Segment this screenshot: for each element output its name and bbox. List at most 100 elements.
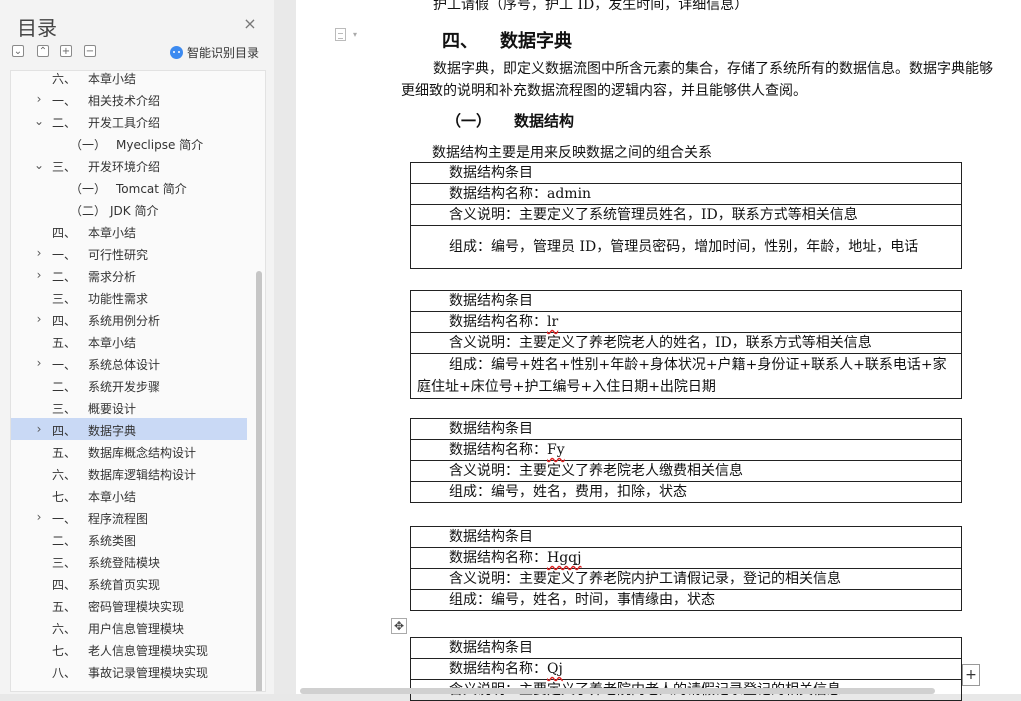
toc-item[interactable]: › 一、 相关技术介绍 <box>11 88 247 110</box>
table-cell-description[interactable]: 含义说明：主要定义了养老院老人缴费相关信息 <box>410 460 962 482</box>
toc-item-number: 六、 <box>52 468 77 482</box>
toc-item[interactable]: （一） Myeclipse 简介 <box>11 132 247 154</box>
table-cell-entry[interactable]: 数据结构条目 <box>410 637 962 659</box>
toc-item[interactable]: › 一、 程序流程图 <box>11 506 247 528</box>
chevron-right-icon[interactable]: › <box>33 264 45 286</box>
add-heading-icon[interactable]: + <box>60 45 72 57</box>
name-label: 数据结构名称： <box>449 314 547 330</box>
toc-item[interactable]: 四、 本章小结 <box>11 220 247 242</box>
toc-item-number: 七、 <box>52 490 77 504</box>
chevron-down-icon[interactable]: ⌄ <box>33 154 45 176</box>
paragraph-structure: 数据结构主要是用来反映数据之间的组合关系 <box>432 145 712 161</box>
add-row-button[interactable]: + <box>962 664 980 686</box>
toc-item[interactable]: 四、 系统首页实现 <box>11 572 247 594</box>
toc-item[interactable]: （一） Tomcat 简介 <box>11 176 247 198</box>
table-cell-entry[interactable]: 数据结构条目 <box>410 162 962 184</box>
toc-item[interactable]: 三、 系统登陆模块 <box>11 550 247 572</box>
table-cell-entry[interactable]: 数据结构条目 <box>410 418 962 440</box>
toc-item[interactable]: ⌄ 三、 开发环境介绍 <box>11 154 247 176</box>
toc-scrollbar[interactable] <box>256 271 262 691</box>
remove-heading-icon[interactable]: − <box>84 45 96 57</box>
toc-item[interactable]: 六、 用户信息管理模块 <box>11 616 247 638</box>
toc-item-label: 用户信息管理模块 <box>88 622 185 636</box>
table-cell-entry[interactable]: 数据结构条目 <box>410 526 962 548</box>
subsection-heading: （一） 数据结构 <box>446 110 574 131</box>
ai-toc-label: 智能识别目录 <box>187 46 260 60</box>
chevron-right-icon[interactable]: › <box>33 418 45 440</box>
table-cell-description[interactable]: 含义说明：主要定义了养老院内护工请假记录，登记的相关信息 <box>410 568 962 590</box>
table-cell-description[interactable]: 含义说明：主要定义了养老院老人的姓名，ID，联系方式等相关信息 <box>410 332 962 354</box>
table-cell-name[interactable]: 数据结构名称：admin <box>410 183 962 205</box>
paragraph-intro: 数据字典，即定义数据流图中所含元素的集合，存储了系统所有的数据信息。数据字典能够… <box>401 61 993 99</box>
toc-item[interactable]: › 四、 数据字典 <box>11 418 247 440</box>
table-move-handle-icon[interactable]: ✥ <box>391 618 407 634</box>
table-cell-name[interactable]: 数据结构名称：Hgqj <box>410 547 962 569</box>
toc-item[interactable]: 七、 本章小结 <box>11 484 247 506</box>
structure-name: admin <box>547 186 592 202</box>
toc-item[interactable]: 七、 老人信息管理模块实现 <box>11 638 247 660</box>
table-cell-name[interactable]: 数据结构名称：Fy <box>410 439 962 461</box>
expand-all-icon[interactable]: ⌃ <box>37 45 49 57</box>
chevron-right-icon[interactable]: › <box>33 308 45 330</box>
chevron-right-icon[interactable]: › <box>33 88 45 110</box>
caret-down-icon[interactable]: ▾ <box>353 30 357 39</box>
document-icon[interactable] <box>335 28 346 41</box>
toc-item[interactable]: 二、 系统类图 <box>11 528 247 550</box>
toc-item-label: 系统首页实现 <box>88 578 161 592</box>
chevron-down-icon[interactable]: ⌄ <box>33 110 45 132</box>
structure-name: Qj <box>547 661 563 677</box>
structure-name: Fy <box>547 442 565 458</box>
close-icon[interactable]: × <box>242 16 258 32</box>
table-cell-composition[interactable]: 组成：编号，管理员 ID，管理员密码，增加时间，性别，年龄，地址，电话 <box>410 225 962 269</box>
table-cell-name[interactable]: 数据结构名称：lr <box>410 311 962 333</box>
toc-item-label: 概要设计 <box>88 402 137 416</box>
subsection-heading-number: （一） <box>446 112 492 130</box>
toc-item-number: 三、 <box>52 160 77 174</box>
toc-list: 六、 本章小结 › 一、 相关技术介绍 ⌄ 二、 开发工具介绍 （一） Myeclipse 简介 ⌄… <box>11 71 247 682</box>
chevron-right-icon[interactable]: › <box>33 352 45 374</box>
toc-item[interactable]: （二） JDK 简介 <box>11 198 247 220</box>
table-cell-entry[interactable]: 数据结构条目 <box>410 290 962 312</box>
table-cell-composition[interactable]: 组成：编号+姓名+性别+年龄+身体状况+户籍+身份证+联系人+联系电话+家庭住址… <box>410 353 962 399</box>
toc-item[interactable]: › 二、 需求分析 <box>11 264 247 286</box>
previous-line-text: 护工请假（序号，护工 ID，发生时间，详细信息） <box>433 0 749 13</box>
toc-item-number: 二、 <box>52 380 77 394</box>
toc-item[interactable]: 二、 系统开发步骤 <box>11 374 247 396</box>
ai-robot-icon <box>170 46 183 59</box>
toc-item-label: 开发工具介绍 <box>88 116 161 130</box>
toc-item-number: 一、 <box>52 358 77 372</box>
toc-item-number: 四、 <box>52 226 77 240</box>
ai-toc-button[interactable]: 智能识别目录 <box>170 44 259 61</box>
table-cell-description[interactable]: 含义说明：主要定义了系统管理员姓名，ID，联系方式等相关信息 <box>410 204 962 226</box>
name-label: 数据结构名称： <box>449 442 547 458</box>
toc-item[interactable]: 六、 本章小结 <box>11 71 247 88</box>
toc-item[interactable]: 五、 数据库概念结构设计 <box>11 440 247 462</box>
name-label: 数据结构名称： <box>449 550 547 566</box>
table-cell-composition[interactable]: 组成：编号，姓名，时间，事情缘由，状态 <box>410 589 962 611</box>
collapse-all-icon[interactable]: ⌄ <box>12 45 24 57</box>
name-label: 数据结构名称： <box>449 186 547 202</box>
toc-item[interactable]: 五、 密码管理模块实现 <box>11 594 247 616</box>
toc-item[interactable]: › 一、 系统总体设计 <box>11 352 247 374</box>
toc-item[interactable]: › 四、 系统用例分析 <box>11 308 247 330</box>
toc-item[interactable]: › 一、 可行性研究 <box>11 242 247 264</box>
section-heading-text: 数据字典 <box>500 31 572 52</box>
toc-item-number: 四、 <box>52 314 77 328</box>
toc-item-number: 五、 <box>52 600 77 614</box>
toc-item-number: 六、 <box>52 622 77 636</box>
toc-item[interactable]: 三、 功能性需求 <box>11 286 247 308</box>
toc-item[interactable]: ⌄ 二、 开发工具介绍 <box>11 110 247 132</box>
horizontal-scrollbar[interactable] <box>300 688 935 694</box>
toc-item[interactable]: 三、 概要设计 <box>11 396 247 418</box>
table-cell-composition[interactable]: 组成：编号，姓名，费用，扣除，状态 <box>410 481 962 503</box>
toc-item-label: 数据库概念结构设计 <box>88 446 197 460</box>
table-cell-name[interactable]: 数据结构名称：Qj <box>410 658 962 680</box>
toc-item[interactable]: 五、 本章小结 <box>11 330 247 352</box>
toc-item-label: Myeclipse 简介 <box>116 138 204 152</box>
toc-item[interactable]: 六、 数据库逻辑结构设计 <box>11 462 247 484</box>
toc-item-number: 六、 <box>52 72 77 86</box>
toc-item[interactable]: 八、 事故记录管理模块实现 <box>11 660 247 682</box>
chevron-right-icon[interactable]: › <box>33 242 45 264</box>
chevron-right-icon[interactable]: › <box>33 506 45 528</box>
toc-item-number: 一、 <box>52 248 77 262</box>
